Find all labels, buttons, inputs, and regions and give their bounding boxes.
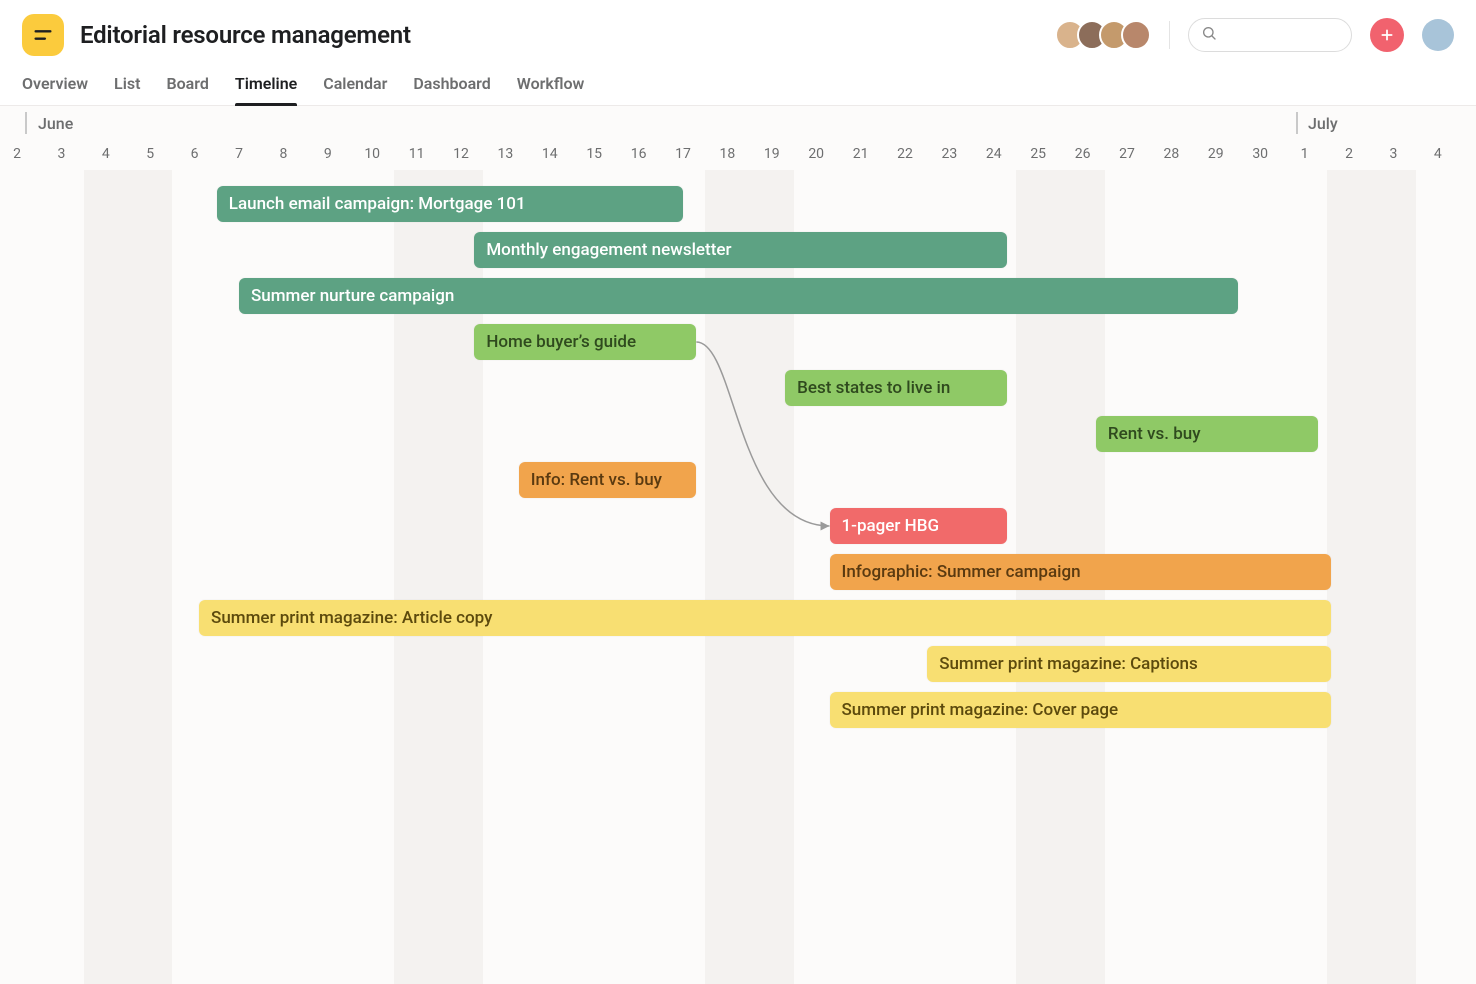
project-tabs: Overview List Board Timeline Calendar Da… xyxy=(0,56,1476,106)
day-label: 8 xyxy=(279,146,287,162)
day-label: 4 xyxy=(102,146,110,162)
divider xyxy=(1169,21,1170,49)
day-label: 14 xyxy=(542,146,558,162)
month-label: June xyxy=(38,114,73,133)
day-label: 3 xyxy=(57,146,65,162)
user-avatar[interactable] xyxy=(1422,19,1454,51)
tab-board[interactable]: Board xyxy=(166,66,208,105)
day-label: 15 xyxy=(586,146,602,162)
app-header: Editorial resource management xyxy=(0,0,1476,56)
day-label: 3 xyxy=(1389,146,1397,162)
task-bar[interactable]: Summer print magazine: Captions xyxy=(927,646,1331,682)
tab-overview[interactable]: Overview xyxy=(22,66,88,105)
tab-dashboard[interactable]: Dashboard xyxy=(413,66,490,105)
task-bar[interactable]: Best states to live in xyxy=(785,370,1007,406)
weekend-column xyxy=(1371,170,1415,984)
day-label: 1 xyxy=(1301,146,1309,162)
day-label: 27 xyxy=(1119,146,1135,162)
task-bar[interactable]: Summer print magazine: Article copy xyxy=(199,600,1331,636)
day-label: 23 xyxy=(942,146,958,162)
day-label: 16 xyxy=(631,146,647,162)
day-label: 11 xyxy=(409,146,425,162)
tab-calendar[interactable]: Calendar xyxy=(323,66,387,105)
day-label: 17 xyxy=(675,146,691,162)
day-label: 21 xyxy=(853,146,869,162)
search-box[interactable] xyxy=(1188,18,1352,52)
day-label: 13 xyxy=(498,146,514,162)
task-bar[interactable]: Rent vs. buy xyxy=(1096,416,1318,452)
project-icon xyxy=(22,14,64,56)
task-bar[interactable]: Infographic: Summer campaign xyxy=(830,554,1332,590)
tab-list[interactable]: List xyxy=(114,66,140,105)
tab-workflow[interactable]: Workflow xyxy=(517,66,585,105)
day-label: 19 xyxy=(764,146,780,162)
day-label: 5 xyxy=(146,146,154,162)
day-label: 7 xyxy=(235,146,243,162)
day-label: 12 xyxy=(453,146,469,162)
day-label: 2 xyxy=(1345,146,1353,162)
day-label: 9 xyxy=(324,146,332,162)
day-label: 2 xyxy=(13,146,21,162)
weekend-column xyxy=(84,170,128,984)
weekend-column xyxy=(1327,170,1371,984)
task-bar[interactable]: Summer nurture campaign xyxy=(239,278,1238,314)
avatar[interactable] xyxy=(1121,20,1151,50)
day-label: 28 xyxy=(1164,146,1180,162)
day-label: 29 xyxy=(1208,146,1224,162)
month-row: June July xyxy=(0,106,1476,142)
header-right xyxy=(1055,18,1454,52)
task-bar[interactable]: Home buyer’s guide xyxy=(474,324,696,360)
day-label: 30 xyxy=(1252,146,1268,162)
day-label: 22 xyxy=(897,146,913,162)
tab-timeline[interactable]: Timeline xyxy=(235,66,297,105)
month-tick xyxy=(1296,112,1298,134)
timeline-view[interactable]: JuneJuly 2345678910111213141516171819202… xyxy=(0,106,1476,984)
weekend-column xyxy=(128,170,172,984)
day-label: 6 xyxy=(191,146,199,162)
task-bar[interactable]: Summer print magazine: Cover page xyxy=(830,692,1332,728)
month-label: July xyxy=(1308,114,1338,133)
task-bar[interactable]: 1-pager HBG xyxy=(830,508,1008,544)
day-label: 18 xyxy=(720,146,736,162)
project-title: Editorial resource management xyxy=(80,21,411,49)
day-label: 26 xyxy=(1075,146,1091,162)
month-tick xyxy=(25,112,27,134)
collaborator-avatars[interactable] xyxy=(1055,20,1151,50)
day-label: 24 xyxy=(986,146,1002,162)
day-label: 20 xyxy=(808,146,824,162)
days-row: 2345678910111213141516171819202122232425… xyxy=(0,142,1476,170)
task-bar[interactable]: Info: Rent vs. buy xyxy=(519,462,697,498)
task-bar[interactable]: Launch email campaign: Mortgage 101 xyxy=(217,186,683,222)
day-label: 4 xyxy=(1434,146,1442,162)
day-label: 10 xyxy=(364,146,380,162)
add-button[interactable] xyxy=(1370,18,1404,52)
search-icon xyxy=(1201,25,1217,45)
day-label: 25 xyxy=(1030,146,1046,162)
task-bar[interactable]: Monthly engagement newsletter xyxy=(474,232,1007,268)
